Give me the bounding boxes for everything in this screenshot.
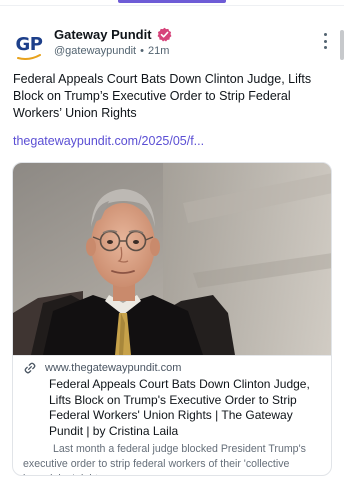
card-image bbox=[13, 163, 331, 355]
post-header: GP Gateway Pundit @gatewaypundit • 21m bbox=[14, 27, 332, 61]
active-tab-indicator bbox=[118, 0, 226, 3]
post-text: Federal Appeals Court Bats Down Clinton … bbox=[13, 72, 312, 120]
scrollbar[interactable] bbox=[340, 30, 344, 60]
author-name[interactable]: Gateway Pundit bbox=[54, 27, 152, 42]
more-options-icon[interactable] bbox=[322, 33, 328, 49]
card-domain: www.thegatewaypundit.com bbox=[45, 362, 182, 374]
avatar-logo-text: GP bbox=[15, 33, 43, 55]
card-body: www.thegatewaypundit.com Federal Appeals… bbox=[23, 361, 323, 475]
meta-separator: • bbox=[140, 45, 144, 57]
card-description: Last month a federal judge blocked Presi… bbox=[23, 443, 306, 475]
card-domain-row: www.thegatewaypundit.com bbox=[23, 361, 323, 375]
post-time[interactable]: 21m bbox=[148, 45, 169, 57]
author-handle[interactable]: @gatewaypundit bbox=[54, 45, 136, 57]
card-divider bbox=[13, 355, 331, 356]
post-view: GP Gateway Pundit @gatewaypundit • 21m F… bbox=[0, 0, 344, 500]
link-preview-card[interactable]: www.thegatewaypundit.com Federal Appeals… bbox=[12, 162, 332, 476]
post-meta: @gatewaypundit • 21m bbox=[54, 45, 172, 57]
post-link[interactable]: thegatewaypundit.com/2025/05/f... bbox=[13, 134, 330, 148]
verified-badge-icon bbox=[157, 27, 171, 42]
author-block: Gateway Pundit @gatewaypundit • 21m bbox=[54, 27, 172, 57]
link-icon bbox=[24, 362, 36, 374]
header-divider bbox=[0, 5, 344, 6]
card-title[interactable]: Federal Appeals Court Bats Down Clinton … bbox=[49, 377, 323, 439]
avatar-swoosh-icon bbox=[17, 54, 41, 60]
avatar[interactable]: GP bbox=[14, 29, 44, 60]
